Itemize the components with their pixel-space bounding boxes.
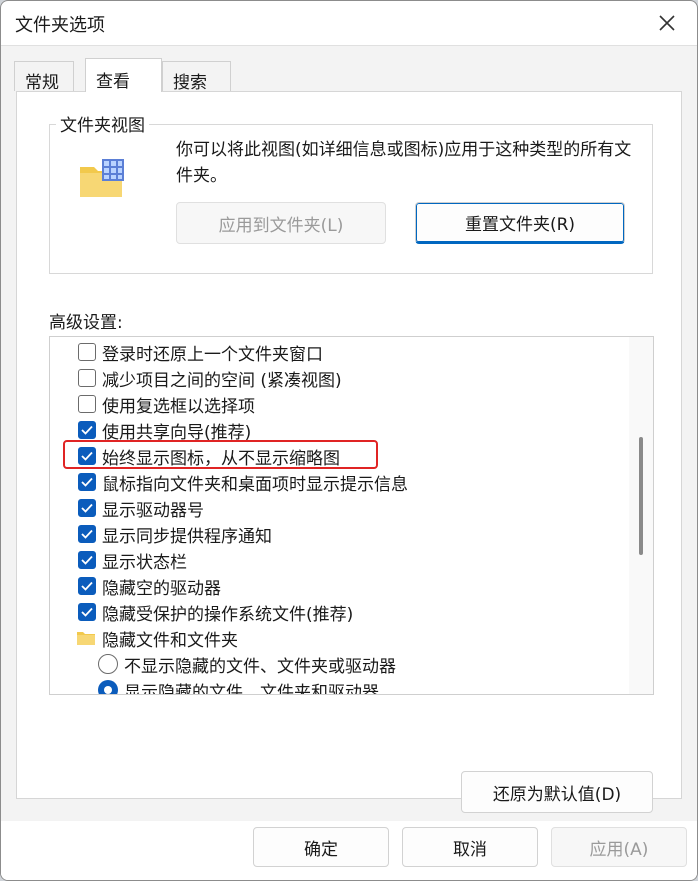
list-item-label: 隐藏受保护的操作系统文件(推荐) [102, 604, 354, 625]
list-item-label: 不显示隐藏的文件、文件夹或驱动器 [124, 656, 396, 677]
list-item-label: 使用共享向导(推荐) [102, 422, 252, 443]
checkmark-icon [81, 581, 93, 591]
list-item[interactable]: 登录时还原上一个文件夹窗口 [78, 339, 648, 365]
checkmark-icon [81, 607, 93, 617]
folder-icon [77, 632, 95, 645]
dialog-footer: 确定 取消 应用(A) [1, 821, 697, 880]
list-item[interactable]: 不显示隐藏的文件、文件夹或驱动器 [98, 651, 653, 677]
checkmark-icon [81, 503, 93, 513]
list-item[interactable]: 使用共享向导(推荐) [78, 417, 648, 443]
folder-options-dialog: 文件夹选项 常规 查看 搜索 文件夹视图 你可以将此视图(如详细信息或图标)应用… [0, 0, 698, 881]
radio-button[interactable] [98, 680, 118, 694]
advanced-settings-label: 高级设置: [49, 313, 123, 333]
folder-views-description: 你可以将此视图(如详细信息或图标)应用于这种类型的所有文件夹。 [176, 140, 632, 186]
vertical-scrollbar[interactable] [629, 337, 653, 694]
scrollbar-thumb[interactable] [639, 437, 643, 555]
restore-defaults-button[interactable]: 还原为默认值(D) [461, 771, 653, 813]
close-button[interactable] [647, 7, 687, 39]
tab-view[interactable]: 查看 [85, 58, 162, 92]
tab-general[interactable]: 常规 [14, 61, 74, 93]
checkmark-icon [81, 555, 93, 565]
reset-folders-button[interactable]: 重置文件夹(R) [415, 202, 625, 244]
ok-button[interactable]: 确定 [253, 827, 389, 867]
checkbox[interactable] [78, 343, 96, 361]
list-item-label: 显示同步提供程序通知 [102, 526, 272, 547]
list-item-label: 显示状态栏 [102, 552, 187, 573]
apply-button[interactable]: 应用(A) [551, 827, 687, 867]
checkbox[interactable] [78, 551, 96, 569]
checkbox[interactable] [78, 421, 96, 439]
checkbox[interactable] [78, 577, 96, 595]
list-item[interactable]: 减少项目之间的空间 (紧凑视图) [78, 365, 648, 391]
checkbox[interactable] [78, 447, 96, 465]
list-item[interactable]: 使用复选框以选择项 [78, 391, 648, 417]
list-item[interactable]: 隐藏空的驱动器 [78, 573, 648, 599]
list-item[interactable]: 显示状态栏 [78, 547, 648, 573]
tab-search[interactable]: 搜索 [162, 61, 231, 93]
title-bar: 文件夹选项 [1, 1, 697, 45]
list-item-label: 鼠标指向文件夹和桌面项时显示提示信息 [102, 474, 408, 495]
list-item[interactable]: 显示同步提供程序通知 [78, 521, 648, 547]
checkbox[interactable] [78, 603, 96, 621]
checkmark-icon [81, 425, 93, 435]
list-item-label: 登录时还原上一个文件夹窗口 [102, 344, 323, 365]
list-item-label: 减少项目之间的空间 (紧凑视图) [102, 370, 342, 391]
list-item[interactable]: 鼠标指向文件夹和桌面项时显示提示信息 [78, 469, 648, 495]
checkbox[interactable] [78, 499, 96, 517]
cancel-button[interactable]: 取消 [402, 827, 538, 867]
checkmark-icon [81, 451, 93, 461]
list-item-label: 始终显示图标，从不显示缩略图 [102, 448, 340, 469]
window-title: 文件夹选项 [15, 15, 105, 36]
folder-view-icon [80, 159, 124, 197]
folder-views-legend: 文件夹视图 [56, 111, 149, 136]
list-item[interactable]: 显示驱动器号 [78, 495, 648, 521]
checkmark-icon [81, 529, 93, 539]
list-item[interactable]: 显示隐藏的文件、文件夹和驱动器 [98, 677, 653, 695]
checkmark-icon [81, 477, 93, 487]
list-item[interactable]: 始终显示图标，从不显示缩略图 [78, 443, 648, 469]
list-item[interactable]: 隐藏受保护的操作系统文件(推荐) [78, 599, 648, 625]
close-icon [659, 15, 675, 31]
dialog-content: 常规 查看 搜索 文件夹视图 你可以将此视图(如详细信息或图标)应用于这种类型的… [1, 45, 697, 822]
checkbox[interactable] [78, 525, 96, 543]
checkbox[interactable] [78, 473, 96, 491]
apply-to-folders-button[interactable]: 应用到文件夹(L) [176, 202, 386, 244]
view-tab-panel: 文件夹视图 你可以将此视图(如详细信息或图标)应用于这种类型的所有文件夹。 应用… [16, 91, 682, 813]
list-item-label: 使用复选框以选择项 [102, 396, 255, 417]
list-item-label: 显示隐藏的文件、文件夹和驱动器 [124, 682, 379, 695]
list-item: 隐藏文件和文件夹 [76, 625, 646, 651]
list-item-label: 隐藏空的驱动器 [102, 578, 221, 599]
list-item-label: 隐藏文件和文件夹 [102, 630, 238, 651]
checkbox[interactable] [78, 395, 96, 413]
folder-views-group: 文件夹视图 你可以将此视图(如详细信息或图标)应用于这种类型的所有文件夹。 应用… [49, 111, 653, 274]
radio-button[interactable] [98, 654, 118, 674]
checkbox[interactable] [78, 369, 96, 387]
advanced-settings-list[interactable]: 登录时还原上一个文件夹窗口 减少项目之间的空间 (紧凑视图) 使用复选框以选择项… [49, 336, 654, 695]
list-item-label: 显示驱动器号 [102, 500, 204, 521]
